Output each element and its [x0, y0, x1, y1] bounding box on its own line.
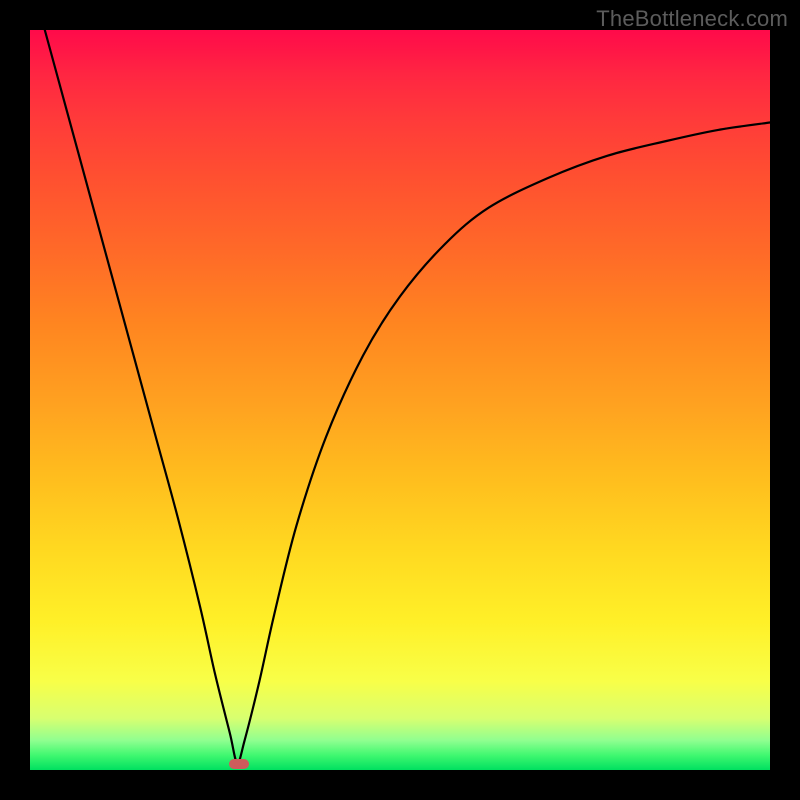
bottleneck-curve [30, 30, 770, 770]
plot-area [30, 30, 770, 770]
outer-frame: TheBottleneck.com [0, 0, 800, 800]
minimum-marker [229, 759, 249, 769]
watermark-text: TheBottleneck.com [596, 6, 788, 32]
